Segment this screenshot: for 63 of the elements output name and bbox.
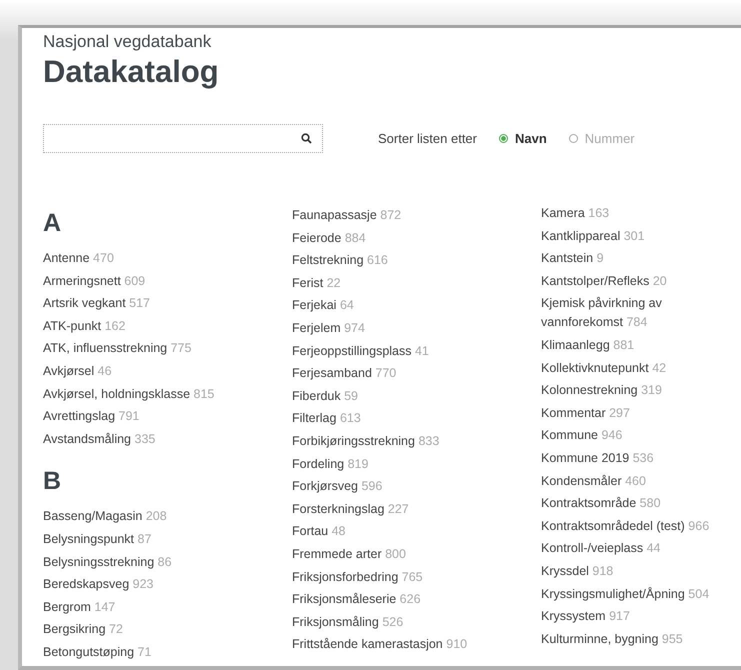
catalog-link[interactable]: Filterlag 613 <box>292 407 541 430</box>
catalog-link[interactable]: Friksjonsmåling 526 <box>292 610 541 634</box>
catalog-link[interactable]: Kantklippareal 301 <box>541 226 741 246</box>
catalog-link[interactable]: Fortau 48 <box>292 520 541 543</box>
catalog-link[interactable]: Kommentar 297 <box>541 404 741 423</box>
catalog-link[interactable]: Ferjelem 974 <box>292 316 541 340</box>
catalog-link[interactable]: Feierode 884 <box>292 226 541 250</box>
catalog-link[interactable]: Kontroll-/veieplass 44 <box>541 539 741 558</box>
page-title: Datakatalog <box>43 53 220 91</box>
catalog-link[interactable]: Artsrik vegkant 517 <box>43 292 292 315</box>
catalog-link[interactable]: Avkjørsel, holdningsklasse 815 <box>43 382 292 406</box>
catalog-link[interactable]: Ferjeoppstillingsplass 41 <box>292 340 541 362</box>
catalog-link[interactable]: Bergrom 147 <box>43 596 292 618</box>
catalog-link[interactable]: Avkjørsel 46 <box>43 360 292 383</box>
catalog-link[interactable]: Kjemisk påvirkning av vannforekomst 784 <box>541 294 741 332</box>
catalog-link[interactable]: Kolonnestrekning 319 <box>541 381 741 400</box>
catalog-link[interactable]: Basseng/Magasin 208 <box>43 505 292 528</box>
catalog-link[interactable]: Kryssingsmulighet/Åpning 504 <box>541 584 741 604</box>
catalog-link[interactable]: Kommune 946 <box>541 426 741 446</box>
site-name: Nasjonal vegdatabank <box>43 32 212 52</box>
catalog-link[interactable]: Forsterkningslag 227 <box>292 498 541 520</box>
catalog-link[interactable]: Forbikjøringsstrekning 833 <box>292 430 541 453</box>
catalog-link[interactable]: Kantstein 9 <box>541 249 741 268</box>
catalog-link[interactable]: Ferist 22 <box>292 272 541 294</box>
catalog-link[interactable]: Fremmede arter 800 <box>292 542 541 566</box>
catalog-link[interactable]: Forkjørsveg 596 <box>292 475 541 498</box>
catalog-link[interactable]: Kontraktsområdedel (test) 966 <box>541 516 741 536</box>
catalog-link[interactable]: Avstandsmåling 335 <box>43 428 292 450</box>
catalog-link[interactable]: Betongutstøping 71 <box>43 640 292 664</box>
search-field[interactable] <box>43 124 323 153</box>
catalog-link[interactable]: Kontraktsområde 580 <box>541 494 741 514</box>
catalog-link[interactable]: Kamera 163 <box>541 204 741 223</box>
catalog-link[interactable]: Kommune 2019 536 <box>541 448 741 468</box>
sort-option[interactable]: Navn <box>499 131 547 146</box>
catalog-link[interactable]: Antenne 470 <box>43 247 292 270</box>
letter-heading: A <box>43 208 62 238</box>
catalog-link[interactable]: Kondensmåler 460 <box>541 472 741 491</box>
catalog-link[interactable]: Armeringsnett 609 <box>43 270 292 292</box>
catalog-link[interactable]: Klimaanlegg 881 <box>541 336 741 355</box>
catalog-link[interactable]: Belysningspunkt 87 <box>43 528 292 551</box>
catalog-link[interactable]: Friksjonsmåleserie 626 <box>292 588 541 611</box>
catalog-link[interactable]: Kantstolper/Refleks 20 <box>541 272 741 291</box>
catalog-link[interactable]: ATK, influensstrekning 775 <box>43 337 292 360</box>
catalog-link[interactable]: Kulturminne, bygning 955 <box>541 630 741 649</box>
catalog-link[interactable]: Feltstrekning 616 <box>292 249 541 272</box>
search-icon <box>301 133 312 144</box>
catalog-link[interactable]: Friksjonsforbedring 765 <box>292 566 541 588</box>
catalog-link[interactable]: Ferjesamband 770 <box>292 362 541 385</box>
catalog-link[interactable]: Kollektivknutepunkt 42 <box>541 358 741 378</box>
catalog-link[interactable]: Bergsikring 72 <box>43 618 292 641</box>
letter-heading: B <box>43 466 62 496</box>
catalog-link[interactable]: ATK-punkt 162 <box>43 314 292 338</box>
catalog-link[interactable]: Kryssdel 918 <box>541 562 741 581</box>
catalog-link[interactable]: Avrettingslag 791 <box>43 405 292 428</box>
catalog-link[interactable]: Ferjekai 64 <box>292 294 541 317</box>
catalog-link[interactable]: Frittstående kamerastasjon 910 <box>292 633 541 656</box>
catalog-link[interactable]: Faunapassasje 872 <box>292 204 541 227</box>
catalog-link[interactable]: Kryssystem 917 <box>541 607 741 626</box>
catalog-link[interactable]: Belysningsstrekning 86 <box>43 550 292 574</box>
sort-label: Sorter listen etter <box>378 131 477 146</box>
catalog-link[interactable]: Beredskapsveg 923 <box>43 573 292 596</box>
catalog-link[interactable]: Fiberduk 59 <box>292 384 541 408</box>
catalog-link[interactable]: Fordeling 819 <box>292 452 541 476</box>
